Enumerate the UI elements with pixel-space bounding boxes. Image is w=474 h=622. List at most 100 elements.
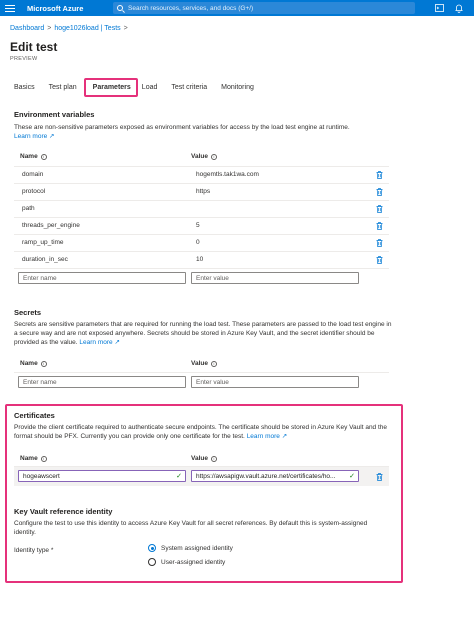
breadcrumb-separator: > [47, 25, 52, 32]
secrets-new-name-input[interactable]: Enter name [18, 376, 186, 388]
breadcrumb-dashboard[interactable]: Dashboard [10, 25, 44, 32]
certificate-name-input[interactable]: hogeawscert ✓ [18, 470, 186, 482]
certificate-name-value: hogeawscert [23, 472, 60, 480]
env-row-value: https [196, 188, 211, 195]
env-col-name-label: Name [20, 153, 38, 160]
breadcrumb-tests[interactable]: hoge1026load | Tests [54, 25, 120, 32]
breadcrumb: Dashboard > hoge1026load | Tests > [10, 25, 128, 32]
table-row: threads_per_engine 5 [14, 217, 389, 234]
search-placeholder: Search resources, services, and docs (G+… [128, 4, 254, 12]
top-bar: Microsoft Azure Search resources, servic… [0, 0, 474, 16]
info-icon[interactable]: i [40, 360, 47, 367]
breadcrumb-separator: > [123, 25, 128, 32]
table-row: duration_in_sec 10 [14, 251, 389, 268]
external-link-icon: ↗ [112, 339, 120, 346]
certificates-col-value-label: Value [191, 455, 208, 462]
notifications-icon[interactable] [454, 3, 464, 13]
secrets-row-new: Enter name Enter value [14, 372, 389, 392]
env-row-value: 5 [196, 222, 200, 229]
radio-button-unchecked[interactable] [148, 558, 156, 566]
env-learn-more-link[interactable]: Learn more [14, 133, 47, 140]
tab-bar: Basics Test plan Parameters Load Test cr… [14, 81, 268, 97]
tab-test-criteria[interactable]: Test criteria [171, 81, 207, 97]
table-row: ramp_up_time 0 [14, 234, 389, 251]
secrets-col-value: Value i [191, 360, 217, 367]
certificate-value-value: https://awsapigw.vault.azure.net/certifi… [196, 472, 336, 480]
checkmark-icon: ✓ [176, 473, 182, 480]
radio-user-assigned[interactable]: User-assigned identity [148, 558, 225, 566]
identity-type-label: Identity type * [14, 547, 54, 554]
info-icon[interactable]: i [40, 455, 47, 462]
env-row-name: protocol [22, 188, 46, 195]
trash-icon[interactable] [376, 171, 383, 179]
keyvault-section-title: Key Vault reference identity [14, 507, 113, 516]
env-col-value: Value i [191, 153, 217, 160]
env-description-text: These are non-sensitive parameters expos… [14, 124, 350, 131]
certificates-col-name: Name i [20, 455, 47, 462]
env-row-value: hogemtls.tak1wa.com [196, 171, 259, 178]
env-new-name-input[interactable]: Enter name [18, 272, 186, 284]
env-row-value: 0 [196, 239, 200, 246]
env-row-name: duration_in_sec [22, 256, 68, 263]
trash-icon[interactable] [376, 239, 383, 247]
radio-button-checked[interactable] [148, 544, 156, 552]
external-link-icon: ↗ [279, 433, 288, 440]
trash-icon[interactable] [376, 222, 383, 230]
trash-icon[interactable] [376, 256, 383, 264]
external-link-icon: ↗ [47, 133, 55, 140]
search-input[interactable]: Search resources, services, and docs (G+… [113, 2, 415, 14]
table-row-new: Enter name Enter value [14, 268, 389, 288]
tab-highlight-box [84, 78, 138, 97]
env-col-name: Name i [20, 153, 47, 160]
trash-icon[interactable] [376, 205, 383, 213]
secrets-description-text: Secrets are sensitive parameters that ar… [14, 321, 392, 346]
menu-icon[interactable] [5, 4, 15, 12]
secrets-learn-more-link[interactable]: Learn more [79, 339, 112, 346]
secrets-new-value-input[interactable]: Enter value [191, 376, 359, 388]
page-subtitle: PREVIEW [10, 56, 38, 62]
table-row: path [14, 200, 389, 217]
env-row-value: 10 [196, 256, 204, 263]
certificates-section-title: Certificates [14, 411, 55, 420]
env-col-value-label: Value [191, 153, 208, 160]
keyvault-description: Configure the test to use this identity … [14, 520, 368, 536]
env-row-name: path [22, 205, 35, 212]
radio-system-assigned-label: System assigned identity [161, 544, 233, 552]
page-title: Edit test [10, 40, 58, 54]
radio-user-assigned-label: User-assigned identity [161, 558, 226, 566]
secrets-col-name: Name i [20, 360, 47, 367]
env-row-name: domain [22, 171, 44, 178]
tab-test-plan[interactable]: Test plan [49, 81, 77, 97]
trash-icon[interactable] [376, 188, 383, 196]
brand-title[interactable]: Microsoft Azure [27, 4, 107, 13]
certificates-col-name-label: Name [20, 455, 38, 462]
info-icon[interactable]: i [40, 153, 47, 160]
radio-system-assigned[interactable]: System assigned identity [148, 544, 233, 552]
checkmark-icon: ✓ [349, 473, 355, 480]
info-icon[interactable]: i [210, 360, 217, 367]
certificates-description-text: Provide the client certificate required … [14, 424, 388, 440]
certificates-col-value: Value i [191, 455, 217, 462]
info-icon[interactable]: i [210, 153, 217, 160]
tab-basics[interactable]: Basics [14, 81, 35, 97]
env-row-name: ramp_up_time [22, 239, 64, 246]
certificates-description: Provide the client certificate required … [14, 423, 394, 441]
certificates-learn-more-link[interactable]: Learn more [247, 433, 280, 440]
table-row: domain hogemtls.tak1wa.com [14, 166, 389, 183]
tab-load[interactable]: Load [142, 81, 158, 97]
table-row: protocol https [14, 183, 389, 200]
certificates-row: hogeawscert ✓ https://awsapigw.vault.azu… [14, 466, 389, 486]
search-icon [117, 5, 123, 11]
tab-monitoring[interactable]: Monitoring [221, 81, 254, 97]
secrets-section-title: Secrets [14, 308, 42, 317]
cloud-shell-icon[interactable] [434, 3, 444, 13]
info-icon[interactable]: i [210, 455, 217, 462]
secrets-col-value-label: Value [191, 360, 208, 367]
env-new-value-input[interactable]: Enter value [191, 272, 359, 284]
trash-icon[interactable] [376, 473, 383, 481]
env-row-name: threads_per_engine [22, 222, 80, 229]
env-description: These are non-sensitive parameters expos… [14, 123, 394, 141]
certificate-value-input[interactable]: https://awsapigw.vault.azure.net/certifi… [191, 470, 359, 482]
secrets-col-name-label: Name [20, 360, 38, 367]
secrets-description: Secrets are sensitive parameters that ar… [14, 320, 394, 347]
